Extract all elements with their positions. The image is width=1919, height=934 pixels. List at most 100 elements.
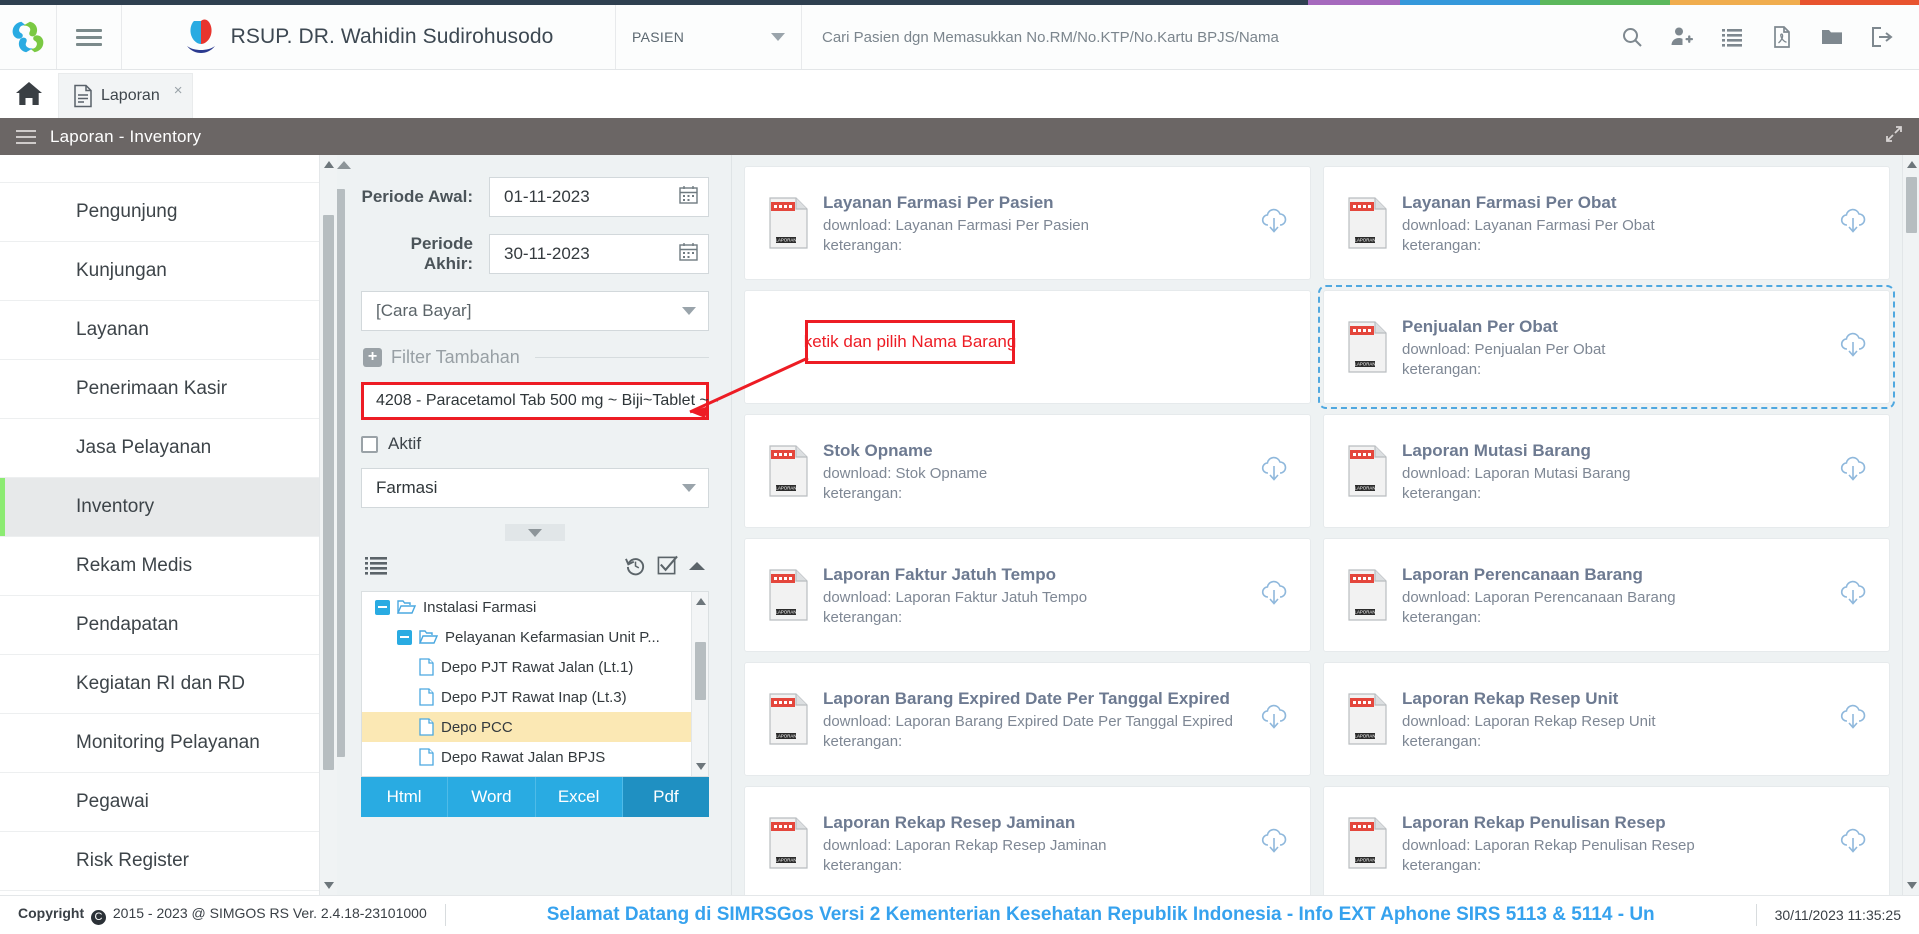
periode-akhir-input[interactable]: 30-11-2023 [489,234,709,274]
tree-item[interactable]: Depo Rawat Jalan BPJS [362,742,691,772]
scrollbar-thumb[interactable] [323,215,334,770]
tree-item-selected[interactable]: Depo PCC [362,712,691,742]
sidebar-item-penerimaan-kasir[interactable]: Penerimaan Kasir [0,360,319,419]
menu-toggle-button[interactable] [16,126,36,148]
report-card-laporan-faktur-jatuh-tempo[interactable]: LAPORAN Laporan Faktur Jatuh Tempo downl… [744,538,1311,652]
tab-laporan[interactable]: Laporan × [58,73,194,118]
calendar-icon[interactable] [679,242,698,266]
download-icon[interactable] [1837,205,1869,242]
add-user-icon[interactable] [1657,5,1707,69]
report-card-penjualan-per-obat[interactable]: LAPORAN Penjualan Per Obat download: Pen… [1318,285,1895,409]
collapse-toggle-button[interactable] [505,524,565,541]
download-icon[interactable] [1837,329,1869,366]
report-card-laporan-rekap-resep-unit[interactable]: LAPORAN Laporan Rekap Resep Unit downloa… [1323,662,1890,776]
aktif-checkbox[interactable] [361,435,378,453]
report-card-laporan-rekap-penulisan-resep[interactable]: LAPORAN Laporan Rekap Penulisan Resep do… [1323,786,1890,895]
svg-text:LAPORAN: LAPORAN [1355,734,1376,739]
scroll-up-icon[interactable] [324,161,334,168]
report-list-scrollbar[interactable] [1902,155,1919,895]
cara-bayar-select[interactable]: [Cara Bayar] [361,291,709,331]
search-input[interactable] [822,28,1587,46]
sidebar-item-pegawai[interactable]: Pegawai [0,773,319,832]
module-select[interactable]: PASIEN [616,5,802,69]
export-word-button[interactable]: Word [448,777,536,817]
filter-scroll-up-icon[interactable] [337,161,351,169]
sidebar-item-kunjungan[interactable]: Kunjungan [0,242,319,301]
scroll-down-icon[interactable] [324,882,334,889]
sidebar-item-pengunjung[interactable]: Pengunjung [0,183,319,242]
scroll-up-icon[interactable] [696,598,706,605]
sidebar-item-layanan[interactable]: Layanan [0,301,319,360]
download-icon[interactable] [1258,701,1290,738]
sidebar-item-monitoring-pelayanan[interactable]: Monitoring Pelayanan [0,714,319,773]
unit-select[interactable]: Farmasi [361,468,709,508]
pdf-icon[interactable] [1757,5,1807,69]
sidebar-item-jasa-pelayanan[interactable]: Jasa Pelayanan [0,419,319,478]
download-icon[interactable] [1258,205,1290,242]
sidebar-item-inventory[interactable]: Inventory [0,478,319,537]
report-card-laporan-mutasi-barang[interactable]: LAPORAN Laporan Mutasi Barang download: … [1323,414,1890,528]
report-card-stok-opname[interactable]: LAPORAN Stok Opname download: Stok Opnam… [744,414,1311,528]
tree-item[interactable]: Depo PJT Rawat Inap (Lt.3) [362,682,691,712]
sidebar-item-risk-register[interactable]: Risk Register [0,832,319,891]
export-button-label: Word [471,787,512,806]
scroll-down-icon[interactable] [1907,882,1917,889]
sidebar-item-rekam-medis[interactable]: Rekam Medis [0,537,319,596]
export-html-button[interactable]: Html [361,777,449,817]
sidebar-item-label: Risk Register [76,850,189,871]
aktif-checkbox-row[interactable]: Aktif [361,434,709,454]
export-excel-button[interactable]: Excel [535,777,623,817]
logout-icon[interactable] [1857,5,1907,69]
report-download: download: Laporan Rekap Resep Unit [1402,712,1656,730]
folder-icon[interactable] [1807,5,1857,69]
download-icon[interactable] [1258,453,1290,490]
tree-scrollbar[interactable] [691,592,708,776]
report-card-laporan-perencanaan-barang[interactable]: LAPORAN Laporan Perencanaan Barang downl… [1323,538,1890,652]
report-keterangan: keterangan: [823,484,903,502]
periode-awal-input[interactable]: 01-11-2023 [489,177,709,217]
reset-history-icon[interactable] [625,555,646,581]
download-icon[interactable] [1837,701,1869,738]
report-download: download: Layanan Farmasi Per Pasien [823,216,1089,234]
download-icon[interactable] [1837,825,1869,862]
scrollbar-thumb[interactable] [695,642,706,700]
scroll-up-icon[interactable] [1907,161,1917,168]
tree-collapse-toggle-icon[interactable] [375,599,390,615]
report-card-laporan-rekap-resep-jaminan[interactable]: LAPORAN Laporan Rekap Resep Jaminan down… [744,786,1311,895]
sidebar-item-label: Inventory [76,496,155,517]
tree-item[interactable]: Pelayanan Kefarmasian Unit P... [362,622,691,652]
select-all-checkbox-icon[interactable] [657,555,678,581]
sidebar-item-kegiatan-ri-dan-rd[interactable]: Kegiatan RI dan RD [0,655,319,714]
filter-scrollbar-thumb[interactable] [336,189,345,757]
tree-item[interactable]: Instalasi Farmasi [362,592,691,622]
sidebar-toggle-button[interactable] [57,5,122,69]
chevron-down-icon [682,484,696,492]
nama-barang-input[interactable]: 4208 - Paracetamol Tab 500 mg ~ Biji~Tab… [361,382,719,420]
search-icon[interactable] [1607,5,1657,69]
close-icon[interactable]: × [174,82,183,99]
global-search[interactable] [802,5,1607,69]
sidebar-item-pendapatan[interactable]: Pendapatan [0,596,319,655]
scroll-down-icon[interactable] [696,763,706,770]
report-card-layanan-farmasi-per-obat[interactable]: LAPORAN Layanan Farmasi Per Obat downloa… [1323,166,1890,280]
tree-list-icon[interactable] [365,556,387,581]
report-document-icon: LAPORAN [1348,693,1387,745]
list-icon[interactable] [1707,5,1757,69]
report-card-layanan-farmasi-per-pasien[interactable]: LAPORAN Layanan Farmasi Per Pasien downl… [744,166,1311,280]
plus-icon[interactable]: + [363,348,382,367]
tree-collapse-toggle-icon[interactable] [397,629,412,645]
download-icon[interactable] [1837,577,1869,614]
tree-item[interactable]: Depo PJT Rawat Jalan (Lt.1) [362,652,691,682]
download-icon[interactable] [1258,825,1290,862]
calendar-icon[interactable] [679,185,698,209]
expand-icon[interactable] [1885,125,1903,148]
scrollbar-thumb[interactable] [1906,177,1917,233]
download-icon[interactable] [1258,577,1290,614]
export-pdf-button[interactable]: Pdf [622,777,709,817]
home-button[interactable] [0,70,58,118]
download-icon[interactable] [1837,453,1869,490]
tree-collapse-icon[interactable] [689,559,705,577]
app-logo[interactable] [0,5,57,69]
report-card-laporan-barang-expired-date[interactable]: LAPORAN Laporan Barang Expired Date Per … [744,662,1311,776]
sidebar-scrollbar[interactable] [320,155,337,895]
